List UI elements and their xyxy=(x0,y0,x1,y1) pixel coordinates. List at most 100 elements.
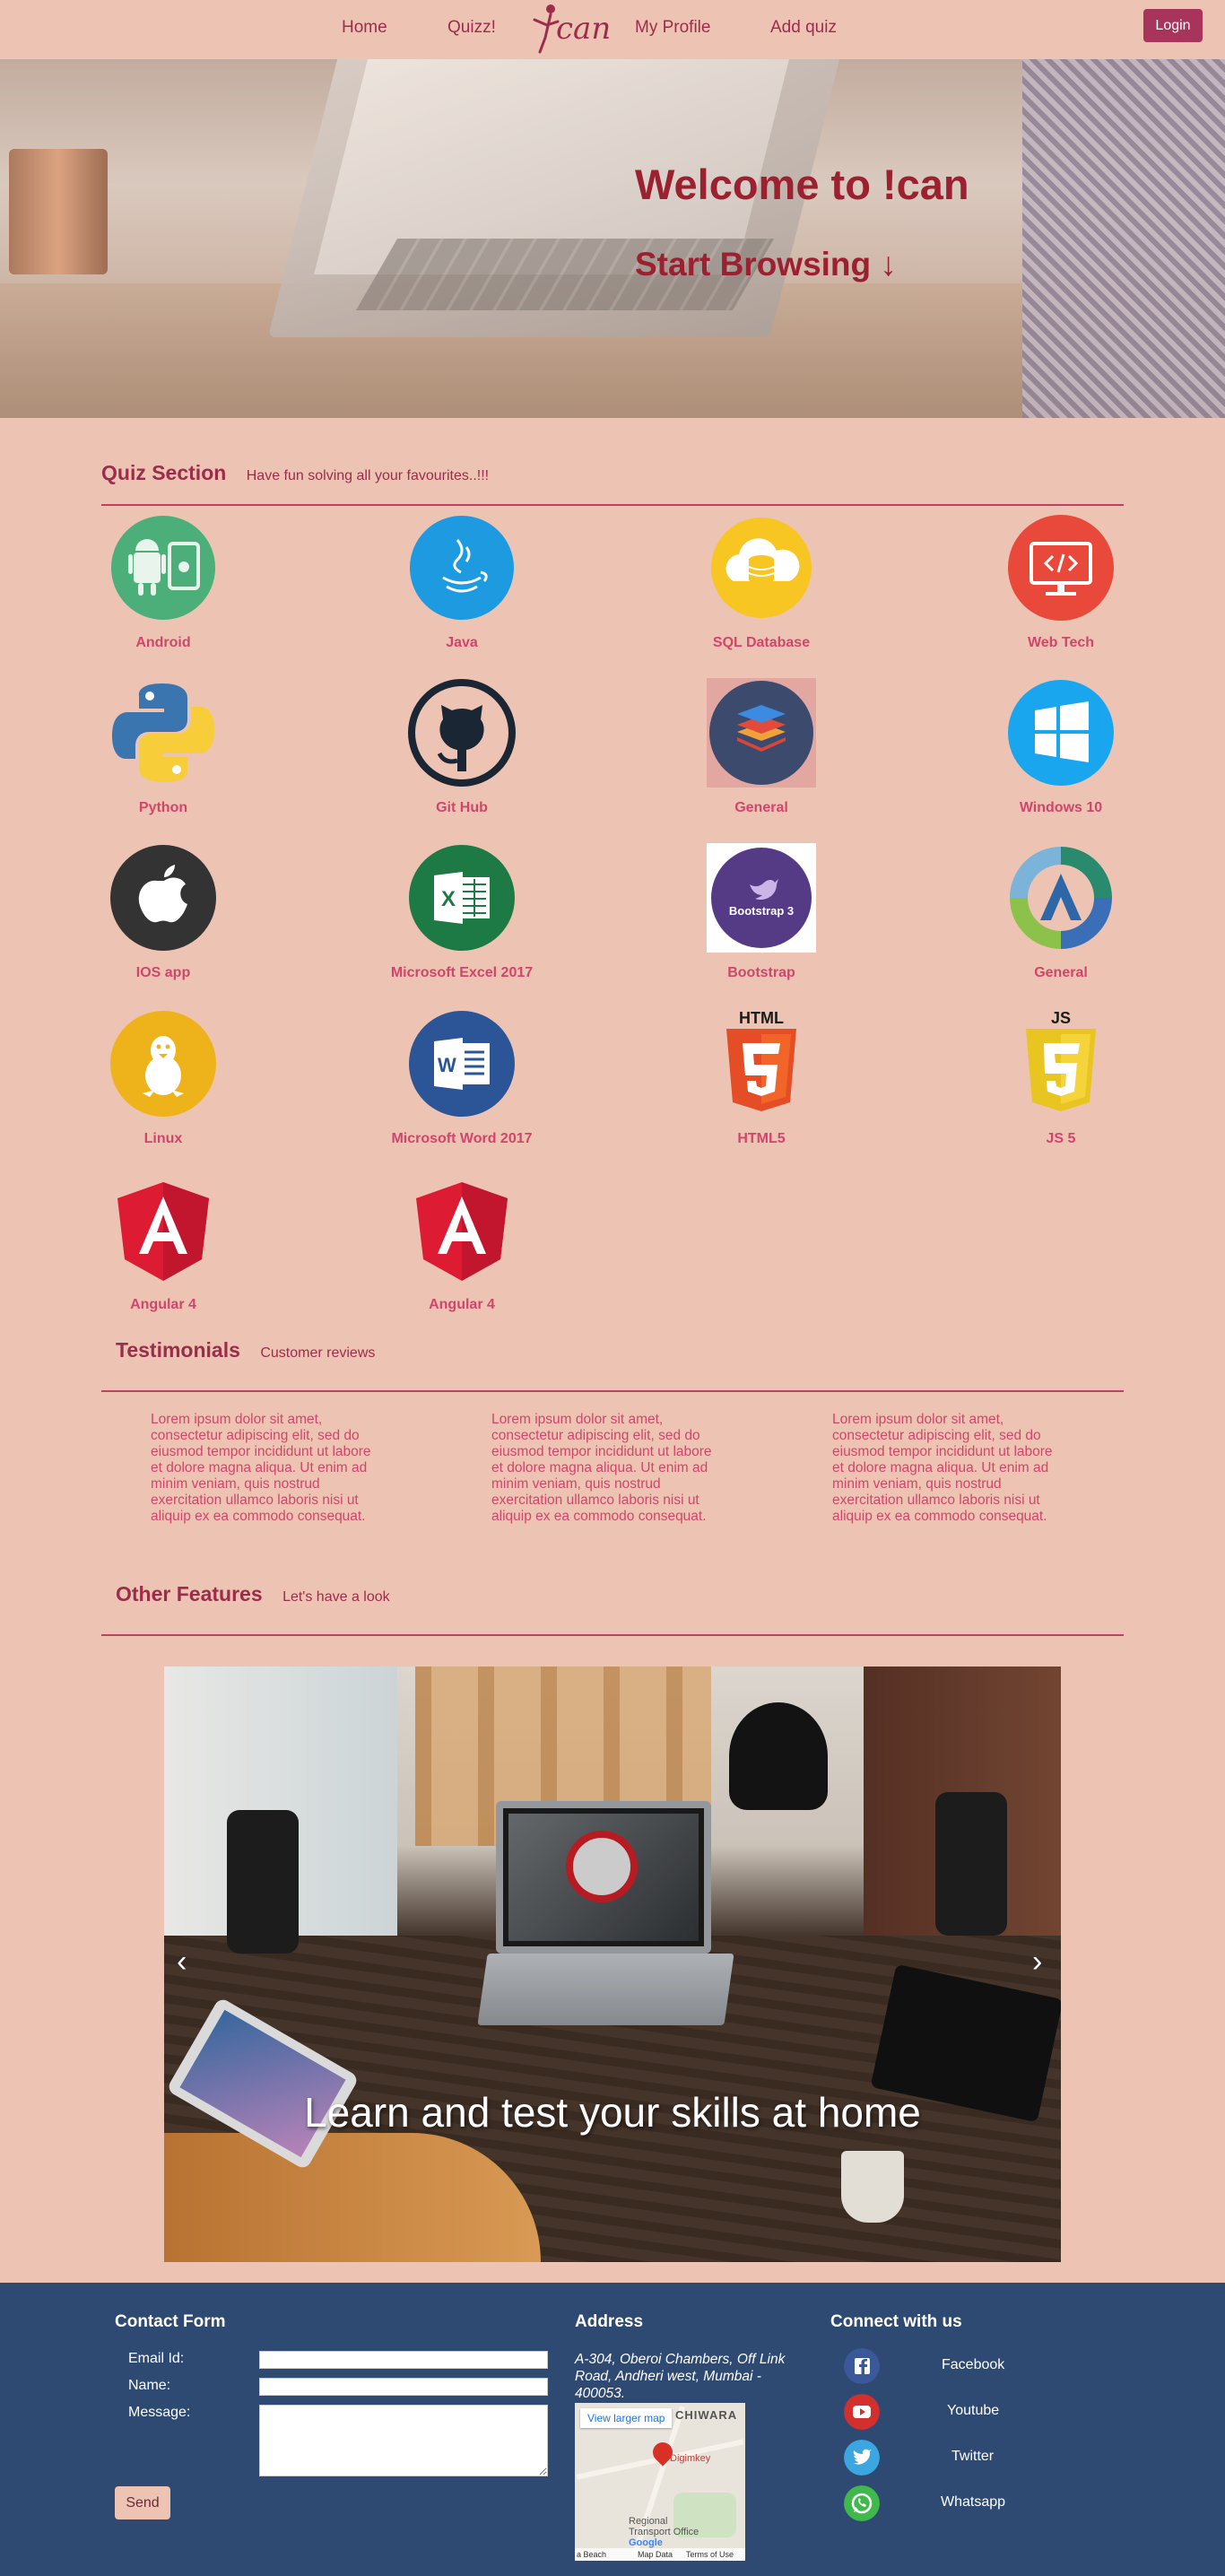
twitter-icon[interactable] xyxy=(844,2440,880,2476)
html-badge-text: HTML xyxy=(739,1009,784,1027)
quiz-label[interactable]: SQL Database xyxy=(672,635,851,651)
quiz-label[interactable]: Angular 4 xyxy=(372,1297,552,1313)
quiz-card-bootstrap[interactable]: Bootstrap 3 Bootstrap xyxy=(672,843,851,981)
quiz-card-js5[interactable]: JS JS 5 xyxy=(971,1009,1151,1147)
features-carousel[interactable]: Learn and test your skills at home ‹ › xyxy=(164,1667,1061,2262)
windows-icon xyxy=(1008,680,1114,786)
features-subtitle: Let's have a look xyxy=(282,1589,390,1605)
address-title: Address xyxy=(575,2312,644,2331)
quiz-card-web-tech[interactable]: Web Tech xyxy=(971,513,1151,651)
quiz-card-angular-4[interactable]: Angular 4 xyxy=(74,1175,253,1313)
quiz-label[interactable]: JS 5 xyxy=(971,1131,1151,1147)
quiz-card-angular-4-b[interactable]: Angular 4 xyxy=(372,1175,552,1313)
bootstrap-badge-text: Bootstrap 3 xyxy=(729,904,794,918)
hero-title: Welcome to !can xyxy=(635,161,969,208)
email-label: Email Id: xyxy=(128,2351,185,2366)
carousel-next-arrow-icon[interactable]: › xyxy=(1032,1945,1042,1980)
google-logo: Google xyxy=(629,2537,663,2548)
map-beach-label: a Beach xyxy=(577,2550,607,2559)
start-browsing-link[interactable]: Start Browsing ↓ xyxy=(635,246,897,283)
quiz-label[interactable]: Angular 4 xyxy=(74,1297,253,1313)
quiz-card-android[interactable]: Android xyxy=(74,513,253,651)
login-button[interactable]: Login xyxy=(1143,9,1203,42)
python-icon xyxy=(112,683,214,782)
quiz-label[interactable]: Microsoft Word 2017 xyxy=(372,1131,552,1147)
quiz-card-html5[interactable]: HTML HTML5 xyxy=(672,1009,851,1147)
quiz-card-java[interactable]: Java xyxy=(372,513,552,651)
map-footer: a Beach Google Map Data Terms of Use xyxy=(575,2537,745,2561)
carousel-caption: Learn and test your skills at home xyxy=(304,2089,921,2136)
whatsapp-icon[interactable] xyxy=(844,2485,880,2521)
message-textarea[interactable] xyxy=(259,2405,548,2476)
testimonials-title: Testimonials xyxy=(116,1338,240,1362)
testimonial-text: Lorem ipsum dolor sit amet, consectetur … xyxy=(832,1412,1053,1524)
location-map[interactable]: CHIWARA View larger map Digimkey Regiona… xyxy=(575,2403,745,2561)
map-town-label: CHIWARA xyxy=(675,2408,738,2422)
quiz-card-linux[interactable]: Linux xyxy=(74,1009,253,1147)
whatsapp-link[interactable]: Whatsapp xyxy=(941,2494,1005,2511)
facebook-icon[interactable] xyxy=(844,2348,880,2384)
quiz-label[interactable]: Windows 10 xyxy=(971,800,1151,816)
twitter-link[interactable]: Twitter xyxy=(951,2449,994,2465)
youtube-icon[interactable] xyxy=(844,2394,880,2430)
quiz-label[interactable]: Git Hub xyxy=(372,800,552,816)
quiz-label[interactable]: Microsoft Excel 2017 xyxy=(372,965,552,981)
features-title: Other Features xyxy=(116,1582,263,1606)
features-header: Other Features Let's have a look xyxy=(101,1582,1124,1636)
nav-quizz-link[interactable]: Quizz! xyxy=(447,18,496,38)
quiz-card-ios-app[interactable]: IOS app xyxy=(74,843,253,981)
quiz-label[interactable]: HTML5 xyxy=(672,1131,851,1147)
testimonial-text: Lorem ipsum dolor sit amet, consectetur … xyxy=(151,1412,371,1524)
youtube-link[interactable]: Youtube xyxy=(947,2403,999,2419)
testimonials-header: Testimonials Customer reviews xyxy=(101,1338,1124,1392)
send-button[interactable]: Send xyxy=(115,2486,170,2519)
map-data-link[interactable]: Map Data xyxy=(638,2550,673,2559)
quiz-card-general[interactable]: General xyxy=(672,678,851,816)
nav-home-link[interactable]: Home xyxy=(342,18,387,38)
brand-logo[interactable]: can xyxy=(531,2,611,56)
web-tech-icon xyxy=(1008,515,1114,621)
quiz-section-header: Quiz Section Have fun solving all your f… xyxy=(101,461,1124,506)
quiz-card-sql-database[interactable]: SQL Database xyxy=(672,513,851,651)
quiz-label[interactable]: Linux xyxy=(74,1131,253,1147)
nav-add-quiz-link[interactable]: Add quiz xyxy=(770,18,837,38)
contact-form-title: Contact Form xyxy=(115,2312,226,2331)
testimonials-subtitle: Customer reviews xyxy=(260,1345,376,1361)
quiz-card-general-2[interactable]: General xyxy=(971,843,1151,981)
quiz-label[interactable]: Web Tech xyxy=(971,635,1151,651)
quiz-card-python[interactable]: Python xyxy=(74,678,253,816)
top-navbar: Home Quizz! can My Profile Add quiz Logi… xyxy=(0,0,1225,59)
angular-icon xyxy=(117,1182,209,1281)
email-input[interactable] xyxy=(259,2351,548,2369)
hero-overlay xyxy=(0,59,1225,418)
name-input[interactable] xyxy=(259,2378,548,2396)
html5-icon: HTML xyxy=(726,1009,796,1111)
facebook-link[interactable]: Facebook xyxy=(942,2357,1004,2373)
quiz-label[interactable]: General xyxy=(971,965,1151,981)
linux-icon xyxy=(110,1011,216,1117)
quiz-label[interactable]: Java xyxy=(372,635,552,651)
map-transport-label: Regional Transport Office xyxy=(629,2516,699,2537)
carousel-prev-arrow-icon[interactable]: ‹ xyxy=(177,1945,187,1980)
connect-title: Connect with us xyxy=(830,2312,962,2331)
quiz-card-windows-10[interactable]: Windows 10 xyxy=(971,678,1151,816)
nav-my-profile-link[interactable]: My Profile xyxy=(635,18,710,38)
sql-database-icon xyxy=(711,518,812,618)
quiz-label[interactable]: Bootstrap xyxy=(672,965,851,981)
apple-icon xyxy=(110,845,216,951)
quiz-card-microsoft-excel[interactable]: X Microsoft Excel 2017 xyxy=(372,843,552,981)
quiz-label[interactable]: IOS app xyxy=(74,965,253,981)
address-text: A-304, Oberoi Chambers, Off Link Road, A… xyxy=(575,2352,786,2401)
github-icon xyxy=(408,679,516,787)
carousel-shade xyxy=(164,1667,1061,2262)
map-terms-link[interactable]: Terms of Use xyxy=(686,2550,734,2559)
quiz-card-microsoft-word[interactable]: W Microsoft Word 2017 xyxy=(372,1009,552,1147)
general-layers-icon xyxy=(707,678,816,788)
quiz-label[interactable]: Android xyxy=(74,635,253,651)
view-larger-map-link[interactable]: View larger map xyxy=(580,2408,673,2428)
quiz-label[interactable]: Python xyxy=(74,800,253,816)
quiz-section-subtitle: Have fun solving all your favourites..!!… xyxy=(246,468,490,483)
js-icon: JS xyxy=(1026,1009,1096,1111)
quiz-card-github[interactable]: Git Hub xyxy=(372,678,552,816)
quiz-label[interactable]: General xyxy=(672,800,851,816)
